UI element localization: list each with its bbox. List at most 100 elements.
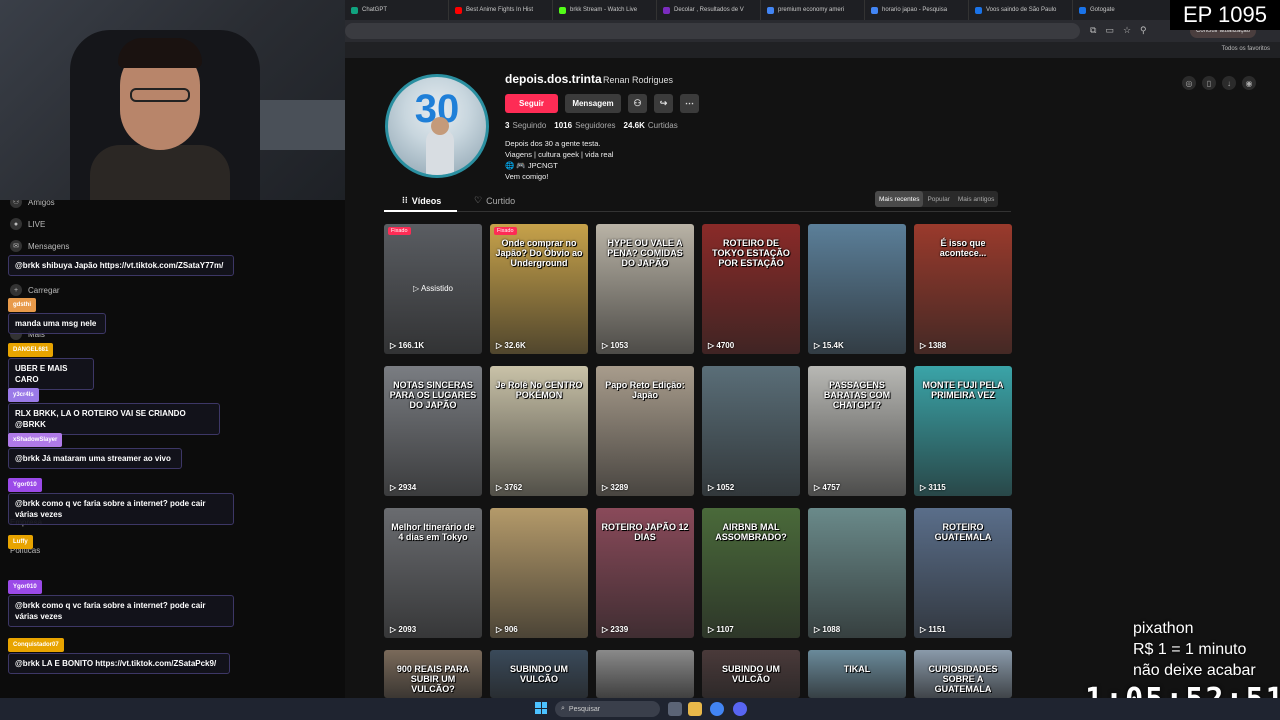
search-icon: ⌕ <box>561 705 565 712</box>
browser-tab[interactable]: ChatGPT <box>345 0 449 20</box>
video-thumbnail[interactable]: AIRBNB MAL ASSOMBRADO? ▷ 1107 <box>702 508 800 638</box>
video-views: ▷ 3762 <box>496 483 523 492</box>
browser-tab[interactable]: brkk Stream - Watch Live <box>553 0 657 20</box>
video-thumbnail[interactable]: HYPE OU VALE A PENA? COMIDAS DO JAPÃO ▷ 1… <box>596 224 694 354</box>
browser-tab[interactable]: premium economy ameri <box>761 0 865 20</box>
sidebar-item-live[interactable]: ● LIVE <box>10 218 45 230</box>
video-thumbnail[interactable]: ▷ 1052 <box>702 366 800 496</box>
video-views: ▷ 1151 <box>920 625 946 634</box>
sort-selector: Mais recentes Popular Mais antigos <box>875 191 999 207</box>
phone-icon[interactable]: ▯ <box>1202 76 1216 90</box>
sidebar-item-upload[interactable]: + Carregar <box>10 284 60 296</box>
video-thumbnail[interactable]: ▷ 906 <box>490 508 588 638</box>
profile-stats: 3 Seguindo 1016 Seguidores 24.6K Curtidas <box>505 121 678 130</box>
chat-message: @brkk Já mataram uma streamer ao vivo <box>8 448 182 469</box>
translate-icon[interactable]: ⧉ <box>1090 25 1096 36</box>
share-icon[interactable]: ↪ <box>654 94 673 113</box>
video-caption: Melhor Itinerário de 4 dias em Tokyo <box>391 522 475 542</box>
sidebar-item-messages[interactable]: ✉ Mensagens <box>10 240 69 252</box>
video-thumbnail[interactable]: PASSAGENS BARATAS COM CHATGPT? ▷ 4757 <box>808 366 906 496</box>
all-bookmarks-link[interactable]: Todos os favoritos <box>1222 46 1270 52</box>
windows-start-icon[interactable] <box>535 702 547 714</box>
bookmarks-bar: Todos os favoritos <box>345 42 1280 58</box>
video-thumbnail[interactable]: ROTEIRO DE TOKYO ESTAÇÃO POR ESTAÇÃO ▷ 47… <box>702 224 800 354</box>
screen-icon[interactable]: ▭ <box>1105 25 1114 36</box>
video-caption: CURIOSIDADES SOBRE A GUATEMALA <box>928 664 998 694</box>
tab-liked[interactable]: ♡ Curtido <box>474 195 515 206</box>
tab-label: premium economy ameri <box>778 7 845 13</box>
followers-stat[interactable]: 1016 Seguidores <box>554 121 615 130</box>
sort-oldest[interactable]: Mais antigos <box>954 191 999 207</box>
video-thumbnail[interactable]: ROTEIRO GUATEMALA ▷ 1151 <box>914 508 1012 638</box>
video-thumbnail[interactable]: MONTE FUJI PELA PRIMEIRA VEZ ▷ 3115 <box>914 366 1012 496</box>
browser-toolbar: ⧉ ▭ ☆ ⚲ Concluir atualização <box>345 20 1280 42</box>
video-thumbnail[interactable] <box>596 650 694 698</box>
video-thumbnail[interactable]: É isso que acontece... ▷ 1388 <box>914 224 1012 354</box>
sort-popular[interactable]: Popular <box>923 191 953 207</box>
browser-tab[interactable]: Voos saindo de São Paulo <box>969 0 1073 20</box>
video-thumbnail[interactable]: ▷ 15.4K <box>808 224 906 354</box>
video-caption: Onde comprar no Japão? Do Óbvio ao Under… <box>495 238 583 268</box>
tab-favicon-icon <box>663 6 670 14</box>
video-thumbnail[interactable]: Melhor Itinerário de 4 dias em Tokyo ▷ 20… <box>384 508 482 638</box>
avatar-head <box>431 117 449 135</box>
video-thumbnail[interactable]: SUBINDO UM VULCÃO <box>702 650 800 698</box>
chat-username: Conquistador07 <box>8 638 64 652</box>
active-tab-indicator <box>384 210 457 212</box>
video-caption: Papo Reto Edição: Japão <box>605 380 685 400</box>
extensions-icon[interactable]: ⚲ <box>1140 25 1147 36</box>
video-caption: TIKAL <box>843 664 871 674</box>
video-thumbnail[interactable]: NOTAS SINCERAS PARA OS LUGARES DO JAPÃO ▷… <box>384 366 482 496</box>
browser-tab[interactable]: horario japao - Pesquisa <box>865 0 969 20</box>
discord-icon[interactable] <box>733 702 747 716</box>
profile-username: depois.dos.trinta <box>505 72 602 86</box>
video-thumbnail[interactable]: TIKAL <box>808 650 906 698</box>
message-button[interactable]: Mensagem <box>565 94 621 113</box>
sort-recent[interactable]: Mais recentes <box>875 191 924 207</box>
chrome-icon[interactable] <box>710 702 724 716</box>
address-bar[interactable] <box>345 23 1080 39</box>
video-thumbnail[interactable]: Je Rolê No CENTRO POKÉMON ▷ 3762 <box>490 366 588 496</box>
follow-button[interactable]: Seguir <box>505 94 558 113</box>
tab-favicon-icon <box>975 6 982 14</box>
video-thumbnail[interactable]: Fixado Onde comprar no Japão? Do Óbvio ao… <box>490 224 588 354</box>
task-view-icon[interactable] <box>668 702 682 716</box>
video-thumbnail[interactable]: Papo Reto Edição: Japão ▷ 3289 <box>596 366 694 496</box>
profile-real-name: Renan Rodrigues <box>603 75 674 85</box>
browser-tab[interactable]: Best Anime Fights In Hist <box>449 0 553 20</box>
tab-favicon-icon <box>455 6 462 14</box>
video-thumbnail[interactable]: 900 REAIS PARA SUBIR UM VULCÃO? <box>384 650 482 698</box>
browser-tab[interactable]: Decolar , Resultados de V <box>657 0 761 20</box>
video-thumbnail[interactable]: ▷ 1088 <box>808 508 906 638</box>
pinned-badge: Fixado <box>388 227 411 235</box>
bio-line: Vem comigo! <box>505 172 549 181</box>
chat-message: @brkk como q vc faria sobre a internet? … <box>8 595 234 627</box>
more-options-icon[interactable]: ⋯ <box>680 94 699 113</box>
video-thumbnail[interactable]: ROTEIRO JAPÃO 12 DIAS ▷ 2339 <box>596 508 694 638</box>
browser-tab[interactable]: Gotogate <box>1073 0 1177 20</box>
video-thumbnail[interactable]: CURIOSIDADES SOBRE A GUATEMALA <box>914 650 1012 698</box>
tab-label: ChatGPT <box>362 7 388 13</box>
video-caption: MONTE FUJI PELA PRIMEIRA VEZ <box>922 380 1004 400</box>
video-thumbnail[interactable]: SUBINDO UM VULCÃO <box>490 650 588 698</box>
video-caption: ROTEIRO DE TOKYO ESTAÇÃO POR ESTAÇÃO <box>712 238 790 268</box>
video-views: ▷ 1052 <box>708 483 735 492</box>
profile-avatar-icon[interactable]: ◉ <box>1242 76 1256 90</box>
video-views: ▷ 32.6K <box>496 341 526 350</box>
video-thumbnail[interactable]: Fixado ▷ Assistido ▷ 166.1K <box>384 224 482 354</box>
bio-line: Viagens | cultura geek | vida real <box>505 150 614 159</box>
streamer-body <box>90 145 230 200</box>
file-explorer-icon[interactable] <box>688 702 702 716</box>
tab-videos[interactable]: ⁝⁝ Vídeos <box>402 195 441 206</box>
compass-icon[interactable]: ◎ <box>1182 76 1196 90</box>
tab-label: Voos saindo de São Paulo <box>986 7 1057 13</box>
video-caption: Je Rolê No CENTRO POKÉMON <box>495 380 583 400</box>
bio-line: 🌐 🎮 JPCNGT <box>505 161 558 170</box>
following-stat[interactable]: 3 Seguindo <box>505 121 546 130</box>
download-icon[interactable]: ↓ <box>1222 76 1236 90</box>
taskbar-search[interactable]: ⌕ Pesquisar <box>555 701 660 717</box>
tab-favicon-icon <box>1079 6 1086 14</box>
streamer-webcam <box>0 0 345 200</box>
add-friend-icon[interactable]: ⚇ <box>628 94 647 113</box>
star-icon[interactable]: ☆ <box>1123 25 1131 36</box>
